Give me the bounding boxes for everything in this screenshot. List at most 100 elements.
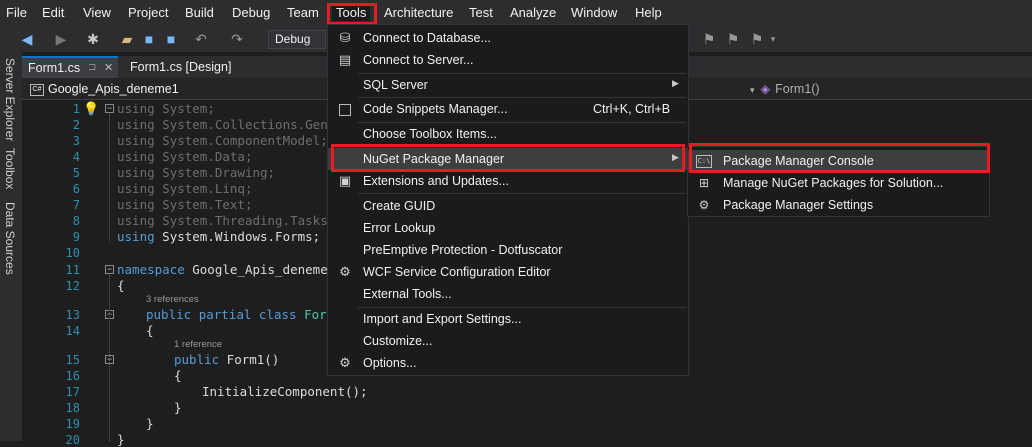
code-line: { [174,368,182,383]
forward-icon[interactable]: ▶ [52,30,70,48]
identifier: System.ComponentModel; [162,133,328,148]
keyword: using [117,229,155,244]
project-dropdown[interactable]: C# Google_Apis_deneme1 [30,80,330,98]
menu-item-label: Choose Toolbox Items... [363,127,497,141]
menu-item-error-lookup[interactable]: Error Lookup [328,217,688,239]
menu-item-code-snippets[interactable]: Code Snippets Manager... Ctrl+K, Ctrl+B [328,98,688,120]
menu-item-connect-database[interactable]: ⛁ Connect to Database... [328,27,688,49]
menu-item-wcf-editor[interactable]: ⚙ WCF Service Configuration Editor [328,261,688,283]
menu-analyze[interactable]: Analyze [510,5,556,20]
code-line: namespace Google_Apis_deneme1 [117,262,335,277]
menu-item-choose-toolbox[interactable]: Choose Toolbox Items... [328,123,688,145]
code-line: using System.Text; [117,197,252,212]
code-line: using System.ComponentModel; [117,133,328,148]
tab-label: Form1.cs [28,61,81,75]
tab-form1-design[interactable]: Form1.cs [Design] [124,56,237,78]
menu-edit[interactable]: Edit [42,5,64,20]
keyword: class [258,307,297,322]
menu-item-connect-server[interactable]: ▤ Connect to Server... [328,49,688,71]
menu-item-nuget[interactable]: NuGet Package Manager ▶ [328,148,688,170]
menu-debug[interactable]: Debug [232,5,270,20]
extensions-icon: ▣ [338,173,352,188]
pin-icon[interactable]: ⊐ [88,58,96,78]
menu-item-shortcut: Ctrl+K, Ctrl+B [593,102,671,116]
line-number: 8 [72,214,80,228]
identifier: System.Threading.Tasks; [162,213,336,228]
menu-team[interactable]: Team [287,5,319,20]
menu-item-manage-nuget[interactable]: ⊞ Manage NuGet Packages for Solution... [688,172,989,194]
menu-tools[interactable]: Tools [332,4,371,21]
bookmark-prev-icon[interactable]: ⚑ [724,30,742,48]
menu-item-options[interactable]: ⚙ Options... [328,352,688,374]
menu-item-label: Package Manager Console [723,154,874,168]
code-line: } [174,400,182,415]
menu-item-extensions[interactable]: ▣ Extensions and Updates... [328,170,688,192]
code-line: using System.Windows.Forms; [117,229,320,244]
menu-item-label: Code Snippets Manager... [363,102,508,116]
solution-config-select[interactable]: Debug [268,30,326,49]
line-number: 16 [65,369,80,383]
keyword: using [117,181,155,196]
keyword: using [117,101,155,116]
code-line: { [146,323,154,338]
nuget-submenu: C:\ Package Manager Console ⊞ Manage NuG… [687,146,990,217]
close-icon[interactable]: ✕ [104,58,113,78]
fold-guide [109,114,110,242]
menu-item-create-guid[interactable]: Create GUID [328,195,688,217]
menu-file[interactable]: File [6,5,27,20]
menu-item-external-tools[interactable]: External Tools... [328,283,688,305]
server-explorer-tab[interactable]: Server Explorer [3,58,17,141]
code-line: using System; [117,101,215,116]
line-number: 7 [72,198,80,212]
menu-help[interactable]: Help [635,5,662,20]
server-icon: ▤ [338,52,352,67]
toolbox-tab[interactable]: Toolbox [3,148,17,189]
menu-view[interactable]: View [83,5,111,20]
menu-item-package-manager-console[interactable]: C:\ Package Manager Console [688,150,989,172]
data-sources-tab[interactable]: Data Sources [3,202,17,275]
new-project-icon[interactable]: ✱ [84,30,102,48]
menu-item-label: NuGet Package Manager [363,152,505,166]
codelens-references[interactable]: 1 reference [174,339,222,350]
open-folder-icon[interactable]: ▰ [118,30,136,48]
code-line: using System.Drawing; [117,165,275,180]
menu-item-label: Connect to Server... [363,53,474,67]
line-number: 1 [72,102,80,116]
toolbar-overflow-icon[interactable]: ▾ [764,30,782,48]
code-line: InitializeComponent(); [202,384,368,399]
menu-item-dotfuscator[interactable]: PreEmptive Protection - Dotfuscator [328,239,688,261]
redo-icon[interactable]: ↷ [228,30,246,48]
bookmark-icon[interactable]: ⚑ [700,30,718,48]
package-icon: ⊞ [698,176,710,190]
menu-item-label: Package Manager Settings [723,198,874,212]
menu-build[interactable]: Build [185,5,214,20]
codelens-references[interactable]: 3 references [146,294,199,305]
save-all-icon[interactable]: ■ [162,30,180,48]
back-icon[interactable]: ◀ [18,30,36,48]
undo-icon[interactable]: ↶ [192,30,210,48]
fold-toggle[interactable]: − [105,265,114,274]
tab-form1-cs[interactable]: Form1.cs ⊐ ✕ [22,56,118,78]
code-line: public partial class Form1 [146,307,342,322]
menu-item-label: Error Lookup [363,221,436,235]
menu-project[interactable]: Project [128,5,168,20]
menu-item-label: Customize... [363,334,433,348]
menu-test[interactable]: Test [469,5,493,20]
chevron-down-icon: ▾ [750,85,755,95]
fold-toggle[interactable]: − [105,104,114,113]
menu-item-sql-server[interactable]: SQL Server ▶ [328,74,688,96]
menu-window[interactable]: Window [571,5,617,20]
method-icon: ◈ [760,82,771,96]
code-line: using System.Linq; [117,181,252,196]
menu-item-import-export[interactable]: Import and Export Settings... [328,308,688,330]
side-rail: Server Explorer Toolbox Data Sources [0,52,22,441]
menu-separator [358,146,686,147]
identifier: System.Collections.Gener [162,117,343,132]
save-icon[interactable]: ■ [140,30,158,48]
lightbulb-icon[interactable]: 💡 [83,101,99,117]
menu-item-customize[interactable]: Customize... [328,330,688,352]
member-dropdown[interactable]: ▾ ◈ Form1() [750,80,1032,98]
keyword: using [117,117,155,132]
menu-architecture[interactable]: Architecture [384,5,453,20]
menu-item-package-settings[interactable]: ⚙ Package Manager Settings [688,194,989,216]
